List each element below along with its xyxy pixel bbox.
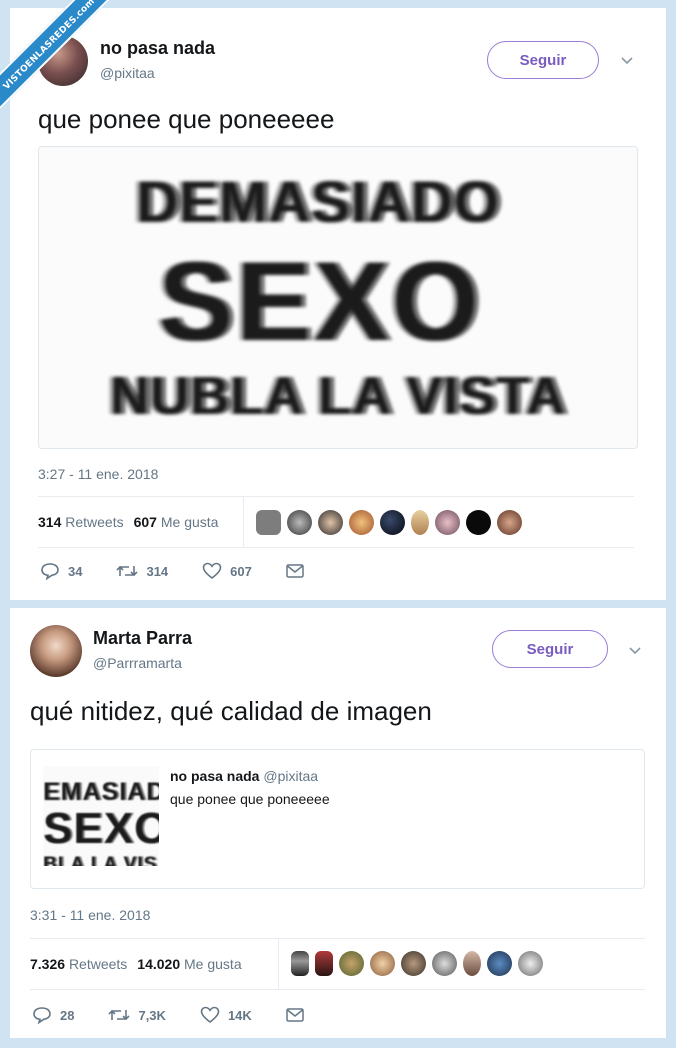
watermark-text: VISTOENLASREDES.com xyxy=(0,0,120,120)
author-handle[interactable]: @Parrramarta xyxy=(93,655,182,671)
retweets-label: Retweets xyxy=(68,956,128,972)
like-action[interactable]: 14K xyxy=(200,1006,252,1024)
retweets-stat[interactable]: 314 Retweets xyxy=(38,514,124,530)
liker-avatar[interactable] xyxy=(315,951,333,976)
retweet-icon xyxy=(116,565,139,577)
author-name[interactable]: Marta Parra xyxy=(93,628,192,649)
quoted-author[interactable]: no pasa nada @pixitaa xyxy=(170,768,318,784)
likes-count: 607 xyxy=(133,514,157,530)
liker-avatar[interactable] xyxy=(463,951,481,976)
liker-avatar[interactable] xyxy=(401,951,426,976)
reply-count: 34 xyxy=(68,563,83,579)
quoted-handle: @pixitaa xyxy=(263,768,319,784)
divider xyxy=(30,938,645,939)
follow-button[interactable]: Seguir xyxy=(492,630,608,668)
liker-avatar[interactable] xyxy=(411,510,429,535)
reply-action[interactable]: 28 xyxy=(32,1006,74,1024)
retweets-stat[interactable]: 7.326 Retweets xyxy=(30,956,127,972)
liker-avatar[interactable] xyxy=(318,510,343,535)
thumb-line-2: SEXO xyxy=(43,804,159,853)
image-line-3: NUBLA LA VISTA xyxy=(110,366,566,426)
avatar[interactable] xyxy=(30,625,82,677)
likes-stat[interactable]: 607 Me gusta xyxy=(134,514,219,530)
image-line-1: DEMASIADO xyxy=(136,170,500,235)
retweets-count: 7.326 xyxy=(30,956,66,972)
heart-icon xyxy=(200,1006,220,1024)
retweet-count: 7,3K xyxy=(138,1007,166,1023)
tweet-text: qué nitidez, qué calidad de imagen xyxy=(30,696,432,726)
tweet-actions: 34 314 607 xyxy=(40,562,338,580)
liker-avatar[interactable] xyxy=(466,510,491,535)
reply-icon xyxy=(33,1007,51,1024)
liker-avatars xyxy=(291,951,543,976)
like-count: 14K xyxy=(227,1007,252,1023)
liker-avatar[interactable] xyxy=(497,510,522,535)
liker-avatar[interactable] xyxy=(339,951,364,976)
tweet-stats: 314 Retweets 607 Me gusta xyxy=(38,514,218,530)
dm-action[interactable] xyxy=(286,1008,304,1022)
like-count: 607 xyxy=(230,563,252,579)
liker-avatar[interactable] xyxy=(370,951,395,976)
liker-avatar[interactable] xyxy=(256,510,281,535)
dm-action[interactable] xyxy=(286,564,304,578)
liker-avatars xyxy=(256,510,522,535)
divider xyxy=(38,496,634,497)
tweet-timestamp[interactable]: 3:31 - 11 ene. 2018 xyxy=(30,907,150,923)
liker-avatar[interactable] xyxy=(291,951,309,976)
retweet-count: 314 xyxy=(146,563,169,579)
heart-icon xyxy=(202,562,222,580)
reply-icon xyxy=(41,563,59,580)
divider xyxy=(30,989,645,990)
retweets-count: 314 xyxy=(38,514,62,530)
chevron-down-icon[interactable] xyxy=(627,642,643,658)
likes-stat[interactable]: 14.020 Me gusta xyxy=(137,956,241,972)
quoted-text: que ponee que poneeeee xyxy=(170,791,330,807)
tweet-timestamp[interactable]: 3:27 - 11 ene. 2018 xyxy=(38,466,158,482)
envelope-icon xyxy=(286,1008,304,1022)
likes-label: Me gusta xyxy=(184,956,242,972)
likes-count: 14.020 xyxy=(137,956,181,972)
tweet-actions: 28 7,3K 14K xyxy=(32,1006,338,1024)
tweet-image[interactable]: DEMASIADO SEXO NUBLA LA VISTA xyxy=(38,146,638,449)
thumb-line-3: BLA LA VIS xyxy=(43,854,158,866)
quoted-tweet[interactable]: EMASIADO SEXO BLA LA VIS no pasa nada @p… xyxy=(30,749,645,889)
liker-avatar[interactable] xyxy=(432,951,457,976)
quoted-tweet-thumbnail: EMASIADO SEXO BLA LA VIS xyxy=(43,766,159,866)
like-action[interactable]: 607 xyxy=(202,562,252,580)
retweet-action[interactable]: 7,3K xyxy=(108,1007,166,1023)
thumb-line-1: EMASIADO xyxy=(43,778,159,806)
stats-divider xyxy=(278,939,279,989)
quoted-name: no pasa nada xyxy=(170,768,260,784)
reply-action[interactable]: 34 xyxy=(40,562,82,580)
liker-avatar[interactable] xyxy=(349,510,374,535)
envelope-icon xyxy=(286,564,304,578)
likes-label: Me gusta xyxy=(160,514,219,530)
chevron-down-icon[interactable] xyxy=(619,52,635,68)
watermark-ribbon: VISTOENLASREDES.com xyxy=(0,0,120,120)
reply-count: 28 xyxy=(60,1007,75,1023)
tweet-separator xyxy=(0,600,676,608)
liker-avatar[interactable] xyxy=(435,510,460,535)
liker-avatar[interactable] xyxy=(487,951,512,976)
stats-divider xyxy=(243,497,244,547)
liker-avatar[interactable] xyxy=(518,951,543,976)
divider xyxy=(38,547,634,548)
retweet-action[interactable]: 314 xyxy=(116,563,168,579)
tweet-stats: 7.326 Retweets 14.020 Me gusta xyxy=(30,956,242,972)
retweets-label: Retweets xyxy=(65,514,124,530)
retweet-icon xyxy=(108,1009,131,1021)
image-line-2: SEXO xyxy=(158,239,482,364)
liker-avatar[interactable] xyxy=(380,510,405,535)
liker-avatar[interactable] xyxy=(287,510,312,535)
follow-button[interactable]: Seguir xyxy=(487,41,599,79)
